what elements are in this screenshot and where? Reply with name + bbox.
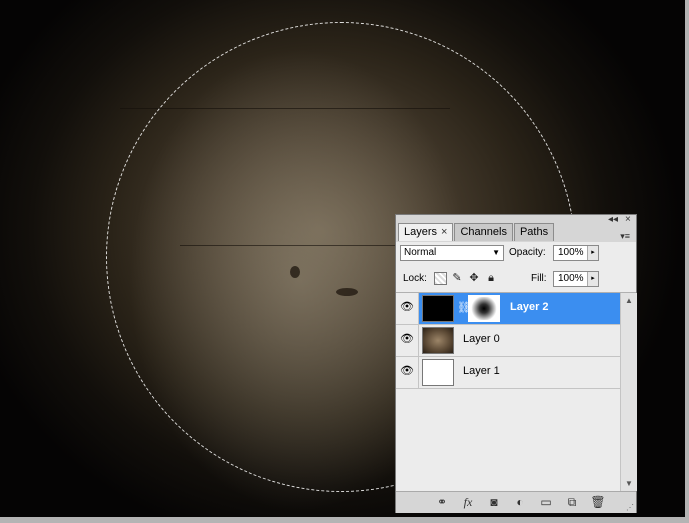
- link-layers-icon[interactable]: ⚭: [434, 495, 450, 509]
- layer-name: Layer 0: [463, 333, 500, 345]
- scroll-down-icon[interactable]: ▼: [625, 479, 633, 488]
- blend-mode-select[interactable]: Normal ▼: [400, 245, 504, 261]
- resize-grip-icon[interactable]: ⋰: [626, 503, 634, 512]
- lock-icons: ✎ ✥ 🔒︎: [434, 271, 498, 285]
- layers-list: 👁︎ ⛓︎ Layer 2 👁︎ Layer 0 👁︎ Layer 1: [396, 293, 620, 491]
- chevron-down-icon: ▼: [492, 248, 500, 257]
- new-layer-icon[interactable]: ⧉: [564, 495, 580, 509]
- fx-icon[interactable]: fx: [460, 495, 476, 509]
- layer-row-layer-0[interactable]: 👁︎ Layer 0: [396, 325, 620, 357]
- close-icon[interactable]: ×: [625, 215, 631, 225]
- eye-icon: 👁︎: [400, 301, 414, 313]
- fill-value: 100%: [558, 273, 584, 284]
- tab-layers[interactable]: Layers ×: [398, 223, 454, 241]
- tab-label: Paths: [519, 226, 549, 238]
- chevron-right-icon[interactable]: ▸: [587, 246, 598, 260]
- tab-label: Channels: [460, 226, 507, 238]
- layer-name: Layer 1: [463, 365, 500, 377]
- lock-fill-row: Lock: ✎ ✥ 🔒︎ Fill: 100% ▸: [396, 266, 636, 293]
- tab-paths[interactable]: Paths: [513, 223, 555, 241]
- layer-mask-thumbnail[interactable]: [468, 295, 500, 322]
- layer-thumbnail: [422, 327, 454, 354]
- blend-opacity-row: Normal ▼ Opacity: 100% ▸: [396, 242, 636, 266]
- blend-mode-value: Normal: [404, 247, 437, 258]
- tab-channels[interactable]: Channels: [454, 223, 513, 241]
- eye-icon: 👁︎: [400, 365, 414, 377]
- layer-thumbnail: [422, 359, 454, 386]
- opacity-label: Opacity:: [509, 247, 546, 258]
- workspace-border: [685, 0, 689, 523]
- tab-label: Layers: [404, 226, 438, 238]
- layer-row-layer-1[interactable]: 👁︎ Layer 1: [396, 357, 620, 389]
- panel-bottom-toolbar: ⚭ fx ◙ ◐ ▭ ⧉ 🗑︎ ⋰: [396, 491, 636, 513]
- visibility-toggle[interactable]: 👁︎: [396, 325, 419, 356]
- scroll-up-icon[interactable]: ▲: [625, 296, 633, 305]
- lock-transparent-icon[interactable]: [434, 272, 447, 285]
- lock-label: Lock:: [403, 273, 427, 284]
- eye-icon: 👁︎: [400, 333, 414, 345]
- close-tab-icon[interactable]: ×: [441, 226, 447, 238]
- fill-field[interactable]: 100% ▸: [553, 271, 599, 287]
- workspace-border: [0, 517, 689, 523]
- panel-tabs: Layers × Channels Paths: [398, 223, 555, 241]
- adjustment-layer-icon[interactable]: ◐: [512, 495, 528, 509]
- new-group-icon[interactable]: ▭: [538, 495, 554, 509]
- layer-row-layer-2[interactable]: 👁︎ ⛓︎ Layer 2: [396, 293, 620, 325]
- lock-image-brush-icon[interactable]: ✎: [450, 271, 464, 285]
- chevron-right-icon[interactable]: ▸: [587, 272, 598, 286]
- panel-menu-icon[interactable]: ▾≡: [620, 231, 630, 242]
- layers-scrollbar[interactable]: ▲ ▼: [620, 293, 637, 491]
- opacity-value: 100%: [558, 247, 584, 258]
- visibility-toggle[interactable]: 👁︎: [396, 357, 419, 388]
- fill-label: Fill:: [531, 273, 547, 284]
- lock-all-icon[interactable]: 🔒︎: [484, 271, 498, 285]
- collapse-icon[interactable]: ◂◂: [608, 215, 618, 225]
- layer-thumbnail: [422, 295, 454, 322]
- opacity-field[interactable]: 100% ▸: [553, 245, 599, 261]
- add-mask-icon[interactable]: ◙: [486, 495, 502, 509]
- trash-icon[interactable]: 🗑︎: [590, 495, 606, 509]
- layers-panel: ◂◂ × Layers × Channels Paths ▾≡ Normal ▼ …: [395, 214, 637, 513]
- lock-position-move-icon[interactable]: ✥: [467, 271, 481, 285]
- layer-name: Layer 2: [510, 301, 549, 313]
- visibility-toggle[interactable]: 👁︎: [396, 293, 419, 324]
